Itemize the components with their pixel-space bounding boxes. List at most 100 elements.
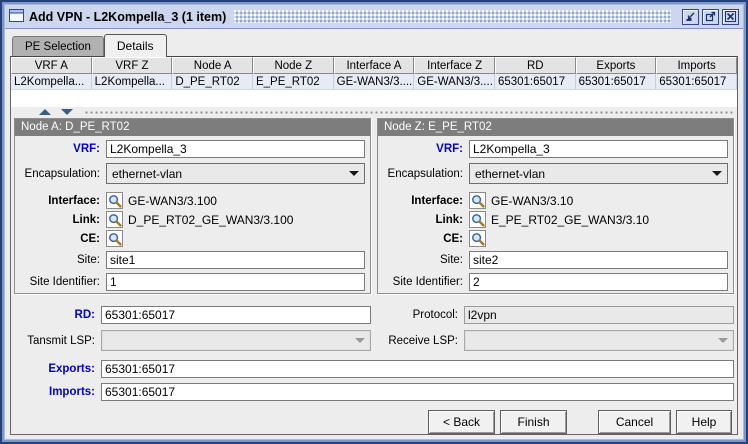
column-header-rd[interactable]: RD	[494, 57, 576, 74]
column-header-node-z[interactable]: Node Z	[252, 57, 334, 74]
search-icon	[108, 194, 122, 208]
encapsulation-label-z: Encapsulation:	[387, 167, 463, 180]
column-header-node-a[interactable]: Node A	[172, 57, 253, 74]
encapsulation-select-z[interactable]: ethernet-vlan	[469, 163, 728, 184]
minimize-button[interactable]	[682, 8, 699, 25]
site-identifier-field-z[interactable]	[469, 273, 728, 291]
search-icon	[108, 213, 122, 227]
link-label-z: Link:	[435, 213, 463, 226]
site-identifier-label-a: Site Identifier:	[29, 276, 100, 288]
chevron-down-icon	[349, 171, 359, 176]
vrf-label-z: VRF:	[436, 143, 463, 155]
collapse-down-icon[interactable]	[61, 108, 73, 115]
table-row[interactable]: L2Kompella... L2Kompella... D_PE_RT02 E_…	[11, 74, 737, 90]
encapsulation-label-a: Encapsulation:	[24, 167, 100, 180]
chevron-down-icon	[718, 338, 728, 343]
interface-lookup-button-a[interactable]	[106, 192, 123, 209]
search-icon	[471, 213, 485, 227]
cell-interface-a[interactable]: GE-WAN3/3....	[333, 74, 415, 90]
cell-node-z[interactable]: E_PE_RT02	[252, 74, 334, 90]
window-title: Add VPN - L2Kompella_3 (1 item)	[29, 9, 227, 24]
cell-rd[interactable]: 65301:65017	[494, 74, 576, 90]
transmit-lsp-label: Tansmit LSP:	[27, 334, 95, 347]
transmit-lsp-select	[101, 330, 371, 351]
details-form: Node A: D_PE_RT02 VRF: Encapsulation: et…	[11, 116, 737, 434]
add-vpn-dialog: Add VPN - L2Kompella_3 (1 item) PE Selec…	[0, 0, 748, 444]
node-z-panel: Node Z: E_PE_RT02 VRF: Encapsulation: et…	[377, 118, 734, 294]
site-identifier-field-a[interactable]	[106, 273, 365, 291]
link-value-a: D_PE_RT02_GE_WAN3/3.100	[128, 212, 294, 227]
column-header-interface-a[interactable]: Interface A	[333, 57, 415, 74]
protocol-field	[464, 306, 734, 324]
imports-field[interactable]	[101, 383, 734, 401]
split-pane-divider[interactable]	[11, 107, 737, 116]
wizard-button-bar: < Back Finish Cancel Help	[14, 410, 734, 434]
dialog-frame: Add VPN - L2Kompella_3 (1 item) PE Selec…	[4, 4, 744, 440]
search-icon	[471, 194, 485, 208]
dialog-content: PE Selection Details VRF A VRF Z Node A …	[5, 29, 743, 439]
interface-lookup-button-z[interactable]	[469, 192, 486, 209]
chevron-down-icon	[712, 171, 722, 176]
site-field-a[interactable]	[106, 251, 365, 269]
node-a-panel-title: Node A: D_PE_RT02	[15, 119, 370, 136]
column-header-exports[interactable]: Exports	[575, 57, 657, 74]
tab-bar: PE Selection Details	[12, 32, 738, 57]
window-icon	[9, 8, 24, 25]
cell-imports[interactable]: 65301:65017	[656, 74, 737, 90]
node-a-panel: Node A: D_PE_RT02 VRF: Encapsulation: et…	[14, 118, 371, 294]
chevron-down-icon	[355, 338, 365, 343]
table-header-row: VRF A VRF Z Node A Node Z Interface A In…	[11, 57, 737, 74]
titlebar[interactable]: Add VPN - L2Kompella_3 (1 item)	[5, 5, 743, 29]
interface-value-z: GE-WAN3/3.10	[491, 193, 574, 208]
vrf-field-a[interactable]	[106, 140, 365, 158]
divider-grip[interactable]	[85, 109, 733, 114]
collapse-up-icon[interactable]	[39, 108, 51, 115]
cell-vrf-a[interactable]: L2Kompella...	[11, 74, 92, 90]
column-header-vrf-a[interactable]: VRF A	[11, 57, 92, 74]
rd-label: RD:	[74, 309, 95, 321]
interface-label-z: Interface:	[411, 194, 463, 207]
link-lookup-button-a[interactable]	[106, 211, 123, 228]
interface-value-a: GE-WAN3/3.100	[128, 193, 217, 208]
receive-lsp-select	[464, 330, 734, 351]
ce-label-z: CE:	[443, 232, 463, 245]
column-header-vrf-z[interactable]: VRF Z	[91, 57, 173, 74]
ce-lookup-button-a[interactable]	[106, 230, 123, 247]
node-z-panel-title: Node Z: E_PE_RT02	[378, 119, 733, 136]
titlebar-texture	[234, 10, 671, 23]
rd-field[interactable]	[101, 306, 371, 324]
link-lookup-button-z[interactable]	[469, 211, 486, 228]
back-button[interactable]: < Back	[428, 410, 495, 434]
exports-field[interactable]	[101, 360, 734, 378]
ce-lookup-button-z[interactable]	[469, 230, 486, 247]
cell-node-a[interactable]: D_PE_RT02	[172, 74, 253, 90]
tab-pe-selection[interactable]: PE Selection	[12, 36, 104, 56]
tab-details[interactable]: Details	[103, 34, 167, 57]
site-label-z: Site:	[439, 254, 463, 266]
cell-interface-z[interactable]: GE-WAN3/3....	[414, 74, 495, 90]
search-icon	[108, 232, 122, 246]
details-tab-panel: VRF A VRF Z Node A Node Z Interface A In…	[10, 56, 738, 435]
vrf-label-a: VRF:	[73, 143, 100, 155]
link-value-z: E_PE_RT02_GE_WAN3/3.10	[491, 212, 650, 227]
cell-exports[interactable]: 65301:65017	[575, 74, 657, 90]
vrf-field-z[interactable]	[469, 140, 728, 158]
help-button[interactable]: Help	[676, 410, 732, 434]
interface-label-a: Interface:	[48, 194, 100, 207]
vpn-table: VRF A VRF Z Node A Node Z Interface A In…	[11, 57, 737, 107]
finish-button[interactable]: Finish	[500, 410, 567, 434]
site-identifier-label-z: Site Identifier:	[392, 276, 463, 288]
column-header-imports[interactable]: Imports	[656, 57, 737, 74]
imports-label: Imports:	[49, 386, 95, 398]
cancel-button[interactable]: Cancel	[598, 410, 671, 434]
encapsulation-select-a[interactable]: ethernet-vlan	[106, 163, 365, 184]
maximize-button[interactable]	[702, 8, 719, 25]
search-icon	[471, 232, 485, 246]
close-button[interactable]	[722, 8, 739, 25]
cell-vrf-z[interactable]: L2Kompella...	[91, 74, 173, 90]
receive-lsp-label: Receive LSP:	[388, 334, 458, 347]
link-label-a: Link:	[72, 213, 100, 226]
column-header-interface-z[interactable]: Interface Z	[414, 57, 495, 74]
site-field-z[interactable]	[469, 251, 728, 269]
ce-label-a: CE:	[80, 232, 100, 245]
